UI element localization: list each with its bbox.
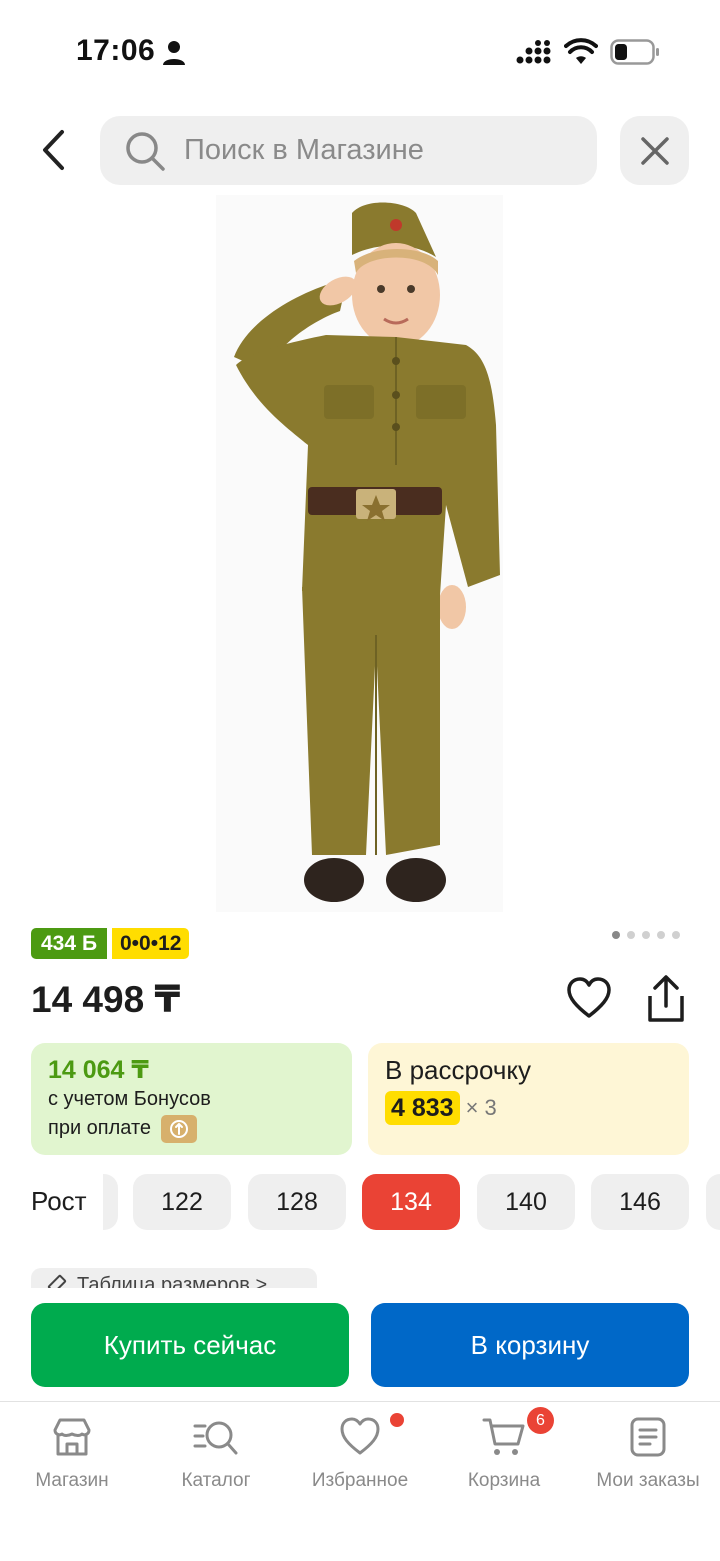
size-table-label: Таблица размеров > [77,1274,268,1288]
pager-dot[interactable] [627,931,635,939]
bonus-amount: 434 [41,932,77,955]
size-table-link[interactable]: Таблица размеров > [31,1268,317,1288]
heart-icon[interactable] [566,976,612,1022]
buy-now-button[interactable]: Купить сейчас [31,1303,349,1387]
tab-store[interactable]: Магазин [0,1416,144,1506]
tab-orders-label: Мои заказы [596,1470,700,1491]
cart-count-badge: 6 [527,1407,554,1434]
installment-amount: 4 833 [385,1091,460,1125]
search-input[interactable] [184,116,584,185]
cart-icon [482,1418,525,1455]
store-icon [53,1418,91,1456]
size-chip-122[interactable]: 122 [133,1174,231,1230]
bonus-price: 14 064 ₸ [48,1056,149,1084]
payment-method-icon [161,1114,198,1143]
pager-dot[interactable] [612,931,620,939]
orders-list-icon [630,1417,666,1457]
size-chip-134[interactable]: 134 [362,1174,460,1230]
image-pager[interactable] [612,931,680,939]
ruler-icon [47,1274,67,1288]
pager-dot[interactable] [672,931,680,939]
person-icon [163,41,185,65]
installment-card[interactable]: В рассрочку 4 833 × 3 [368,1043,689,1155]
tab-favorites-label: Избранное [311,1470,409,1491]
tab-catalog-label: Каталог [181,1470,251,1491]
bonus-line2: при оплате [48,1117,152,1139]
size-chip-partial[interactable] [103,1174,118,1230]
chevron-left-icon [43,130,64,170]
product-price: 14 498 ₸ [31,979,181,1020]
tab-cart-label: Корзина [467,1470,541,1491]
favorites-notification-dot [390,1413,404,1427]
pager-dot[interactable] [642,931,650,939]
bottom-tab-bar: Магазин Каталог Избранное Корзина Мои за… [0,1401,720,1561]
bonus-price-card[interactable]: 14 064 ₸ с учетом Бонусов при оплате [31,1043,352,1155]
installment-badge: 0•0•12 [112,928,190,959]
installment-title: В рассрочку [385,1055,532,1085]
add-to-cart-button[interactable]: В корзину [371,1303,689,1387]
battery-icon [610,39,659,65]
size-chip-partial[interactable] [706,1174,720,1230]
status-bar: 17:06 [0,0,720,100]
search-bar[interactable] [100,116,597,185]
signal-icon [516,40,551,64]
pager-dot[interactable] [657,931,665,939]
wifi-icon [564,38,598,64]
bonus-badge: 434 Б [31,928,108,959]
size-chip-140[interactable]: 140 [477,1174,575,1230]
close-button[interactable] [620,116,689,185]
share-icon[interactable] [642,974,690,1024]
installment-multiplier: × 3 [465,1095,497,1120]
bonus-line1: с учетом Бонусов [48,1088,211,1110]
tab-orders[interactable]: Мои заказы [576,1416,720,1506]
catalog-search-icon [193,1421,238,1455]
size-chip-128[interactable]: 128 [248,1174,346,1230]
back-button[interactable] [30,124,78,176]
heart-icon [340,1417,380,1455]
tab-store-label: Магазин [35,1470,109,1491]
tab-catalog[interactable]: Каталог [144,1416,288,1506]
tab-cart[interactable]: Корзина [432,1416,576,1506]
size-label: Рост [31,1186,87,1216]
status-time: 17:06 [76,34,156,67]
search-icon [126,132,165,171]
product-image[interactable] [216,195,503,912]
size-chip-146[interactable]: 146 [591,1174,689,1230]
bonus-line2-row: при оплате [48,1114,335,1143]
bonus-symbol: Б [82,932,98,955]
tab-favorites[interactable]: Избранное [288,1416,432,1506]
close-icon [640,136,669,165]
